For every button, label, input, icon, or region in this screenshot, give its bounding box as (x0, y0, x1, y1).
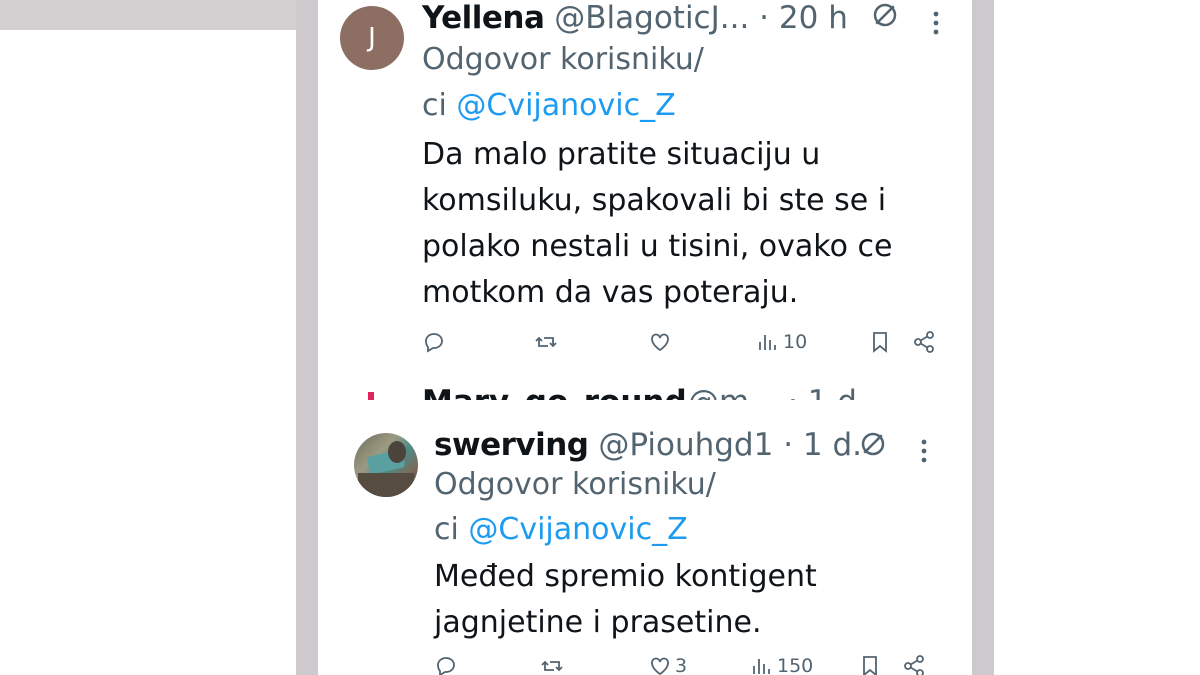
retweet-button[interactable] (534, 330, 558, 354)
reply-prefix: Odgovor korisniku/ (422, 42, 704, 77)
bookmark-icon (873, 332, 887, 353)
tweet-actions: 10 (422, 330, 962, 360)
mute-icon[interactable] (858, 429, 888, 466)
tweet-text-line: komsiluku, spakovali bi ste se i (422, 183, 887, 218)
views-button[interactable]: 150 (750, 654, 813, 675)
tweet-header: swerving @Piouhgd1 · 1 d. (434, 427, 862, 463)
tweet-text-line: Međed spremio kontigent (434, 559, 817, 594)
share-button[interactable] (912, 330, 936, 354)
bookmark-button[interactable] (868, 330, 892, 354)
user-handle[interactable]: @Piouhgd1 (598, 427, 773, 463)
retweet-icon (535, 336, 557, 348)
reply-context: Odgovor korisniku/ (434, 461, 716, 509)
reply-prefix-suffix: ci (434, 512, 459, 547)
share-button[interactable] (902, 654, 926, 675)
separator-dot: · (783, 427, 794, 463)
reply-button[interactable] (422, 330, 446, 354)
display-name[interactable]: Yellena (422, 0, 545, 36)
reply-prefix: Odgovor korisniku/ (434, 467, 716, 502)
timestamp[interactable]: 1 d. (803, 427, 862, 463)
timestamp[interactable]: 20 h (779, 0, 848, 36)
reply-icon (437, 657, 455, 675)
reply-button[interactable] (434, 654, 458, 675)
tweet-text-line: jagnjetine i prasetine. (434, 605, 762, 640)
reply-mention-link[interactable]: @Cvijanovic_Z (468, 512, 687, 547)
tweet-card-swerving[interactable]: swerving @Piouhgd1 · 1 d. Odgovor korisn… (334, 400, 956, 675)
bookmark-icon (863, 656, 877, 675)
reply-context-line2: ci @Cvijanovic_Z (422, 82, 676, 130)
user-handle[interactable]: @BlagoticJ... (554, 0, 749, 36)
reply-icon (425, 333, 443, 353)
heart-icon (651, 657, 669, 675)
tweet-text-line: motkom da vas poteraju. (422, 275, 799, 310)
reply-mention-link[interactable]: @Cvijanovic_Z (456, 88, 675, 123)
avatar-peek (368, 392, 374, 400)
tweet-text: Međed spremio kontigent jagnjetine i pra… (434, 554, 817, 646)
avatar[interactable] (354, 433, 418, 497)
bookmark-button[interactable] (858, 654, 882, 675)
mute-icon[interactable] (870, 0, 900, 37)
share-icon (904, 655, 924, 675)
right-background-band (972, 0, 994, 675)
retweet-button[interactable] (540, 654, 564, 675)
views-icon (759, 335, 776, 350)
like-count: 3 (675, 655, 688, 675)
more-icon[interactable] (932, 10, 940, 36)
tweet-text-line: polako nestali u tisini, ovako ce (422, 229, 893, 264)
tweet-text-line: Da malo pratite situaciju u (422, 137, 821, 172)
views-count: 150 (777, 655, 814, 675)
avatar-letter: J (368, 23, 376, 53)
share-icon (914, 331, 934, 353)
views-icon (753, 659, 770, 674)
retweet-icon (541, 660, 563, 672)
separator-dot: · (759, 0, 770, 36)
reply-context: Odgovor korisniku/ (422, 36, 704, 84)
like-button[interactable]: 3 (648, 654, 687, 675)
heart-icon (651, 333, 669, 352)
more-icon[interactable] (920, 438, 928, 464)
avatar[interactable]: J (340, 6, 404, 70)
tweet-header: Yellena @BlagoticJ... · 20 h (422, 0, 848, 36)
reply-context-line2: ci @Cvijanovic_Z (434, 506, 688, 554)
display-name[interactable]: Mary_go_round (422, 384, 687, 400)
timestamp[interactable]: · 1 d. (788, 384, 867, 400)
tweet-card-yellena[interactable]: J Yellena @BlagoticJ... · 20 h Odgovor k… (318, 0, 972, 372)
reply-prefix-suffix: ci (422, 88, 447, 123)
tweet-card-peek[interactable]: Mary_go_round @m... · 1 d. (318, 372, 972, 400)
views-button[interactable]: 10 (756, 330, 807, 354)
views-count: 10 (783, 331, 808, 353)
tweet-actions: 3 150 (434, 654, 944, 675)
left-background-band (296, 0, 318, 675)
like-button[interactable] (648, 330, 675, 354)
user-handle[interactable]: @m... (688, 384, 779, 400)
tweet-text: Da malo pratite situaciju u komsiluku, s… (422, 132, 892, 316)
display-name[interactable]: swerving (434, 427, 589, 463)
